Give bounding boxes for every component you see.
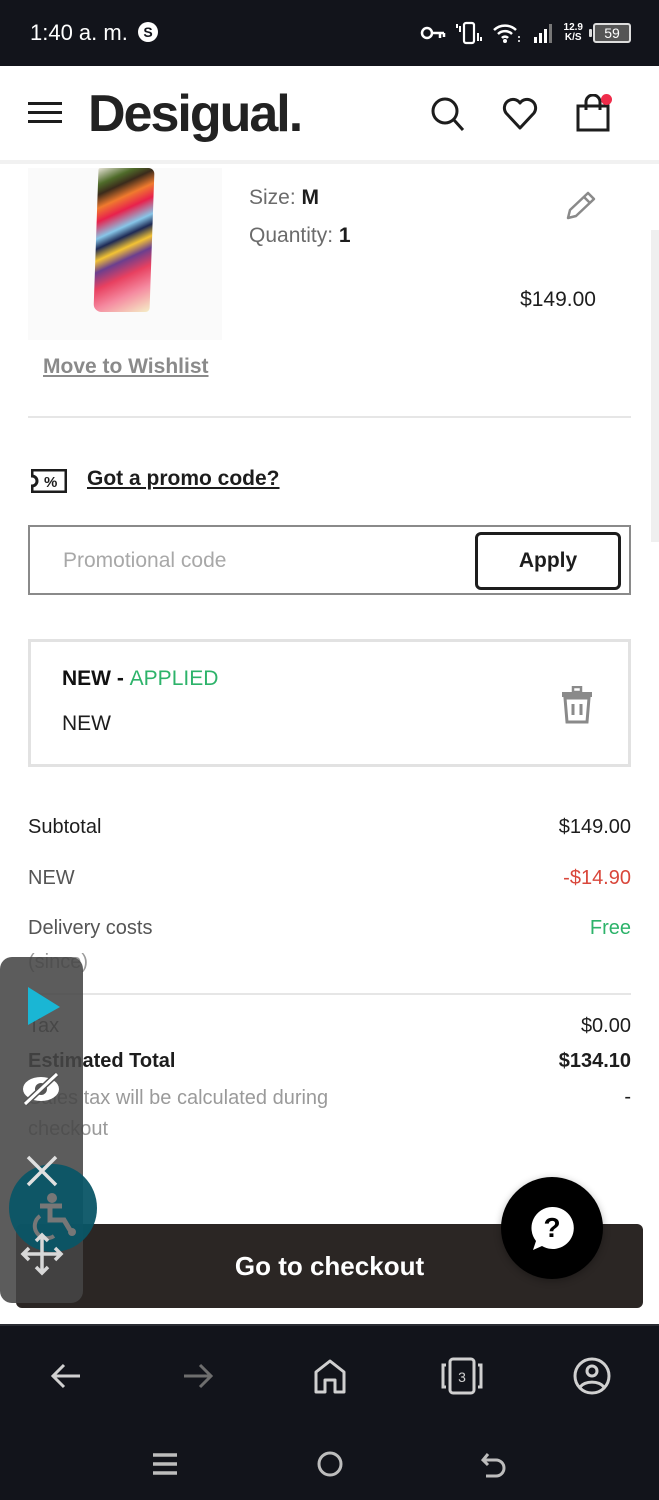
subtotal-row: Subtotal $149.00 — [28, 816, 631, 846]
scarf-image — [93, 168, 155, 312]
divider — [28, 993, 631, 995]
total-row: Estimated Total $134.10 — [28, 1050, 631, 1080]
brand-logo[interactable]: Desigual. — [88, 84, 303, 144]
browser-toolbar: 3 — [0, 1324, 659, 1428]
net-speed: 12.9 K/S — [564, 23, 583, 43]
hide-eye-icon[interactable] — [19, 1071, 63, 1111]
site-header: Desigual. — [0, 66, 659, 164]
applied-status: APPLIED — [129, 667, 219, 690]
status-bar: 1:40 a. m. S 12.9 K/S 59 — [0, 0, 659, 66]
system-navigation-bar — [0, 1428, 659, 1500]
discount-row: NEW -$14.90 — [28, 867, 631, 897]
status-icons: 12.9 K/S 59 — [420, 18, 631, 48]
close-icon[interactable] — [24, 1153, 60, 1194]
help-chat-icon: ? — [531, 1206, 574, 1250]
delivery-value: Free — [589, 917, 631, 939]
quantity-value: 1 — [338, 224, 351, 247]
promo-code-form: Apply — [28, 525, 631, 595]
tax-note-value: - — [624, 1086, 631, 1108]
discount-value: -$14.90 — [563, 867, 631, 889]
total-value: $134.10 — [558, 1050, 631, 1072]
trash-icon[interactable] — [561, 685, 593, 724]
help-chat-button[interactable]: ? — [501, 1177, 603, 1279]
wifi-icon — [492, 22, 522, 44]
quantity-label: Quantity: — [249, 224, 334, 247]
tax-row: Tax $0.00 — [28, 1015, 631, 1045]
applied-promo-card: NEW - APPLIED NEW — [28, 639, 631, 767]
menu-icon[interactable] — [28, 102, 62, 126]
back-arrow-icon[interactable] — [46, 1356, 86, 1396]
product-quantity: Quantity: 1 — [249, 224, 351, 248]
search-icon[interactable] — [428, 94, 468, 134]
signal-icon — [532, 22, 554, 44]
bag-badge — [601, 94, 612, 105]
profile-icon[interactable] — [572, 1356, 612, 1396]
promo-code-link[interactable]: Got a promo code? — [87, 467, 280, 491]
move-to-wishlist-link[interactable]: Move to Wishlist — [43, 355, 209, 379]
product-image[interactable] — [28, 168, 222, 340]
svg-text:3: 3 — [458, 1369, 466, 1385]
bag-icon[interactable] — [574, 93, 614, 134]
home-circle-icon[interactable] — [314, 1448, 346, 1480]
discount-label: NEW — [28, 867, 75, 889]
recent-apps-icon[interactable] — [149, 1448, 181, 1480]
status-time: 1:40 a. m. — [30, 20, 128, 45]
svg-text:?: ? — [543, 1212, 560, 1243]
tax-value: $0.00 — [580, 1015, 631, 1037]
back-icon[interactable] — [478, 1448, 510, 1480]
content-below-fold — [0, 1308, 659, 1324]
applied-promo-description: NEW — [62, 712, 111, 735]
delivery-row: Delivery costs Free — [28, 917, 631, 947]
size-value: M — [301, 186, 320, 209]
svg-text:%: % — [44, 474, 57, 491]
edit-pencil-icon[interactable] — [564, 190, 598, 222]
heart-icon[interactable] — [500, 94, 540, 134]
vibrate-icon — [455, 21, 482, 45]
page-scrollbar[interactable] — [651, 230, 659, 542]
notification-badge-icon: S — [138, 22, 158, 42]
applied-promo-title: NEW - APPLIED — [62, 667, 218, 691]
move-icon[interactable] — [20, 1232, 64, 1281]
applied-code: NEW — [62, 667, 111, 690]
forward-arrow-icon[interactable] — [178, 1356, 218, 1396]
play-icon[interactable] — [26, 985, 62, 1032]
size-label: Size: — [249, 186, 296, 209]
tabs-icon[interactable]: 3 — [440, 1356, 484, 1396]
product-price: $149.00 — [520, 288, 596, 311]
vpn-key-icon — [420, 25, 446, 41]
subtotal-label: Subtotal — [28, 816, 102, 838]
apply-button[interactable]: Apply — [475, 532, 621, 590]
divider — [28, 416, 631, 418]
home-icon[interactable] — [310, 1356, 350, 1396]
subtotal-value: $149.00 — [558, 816, 631, 838]
battery-icon: 59 — [589, 23, 631, 43]
promo-ticket-icon: % — [30, 468, 68, 494]
net-speed-unit: K/S — [564, 32, 582, 43]
delivery-label: Delivery costs — [28, 917, 153, 939]
applied-separator: - — [111, 667, 130, 690]
promo-code-input[interactable] — [63, 545, 463, 577]
product-size: Size: M — [249, 186, 319, 210]
